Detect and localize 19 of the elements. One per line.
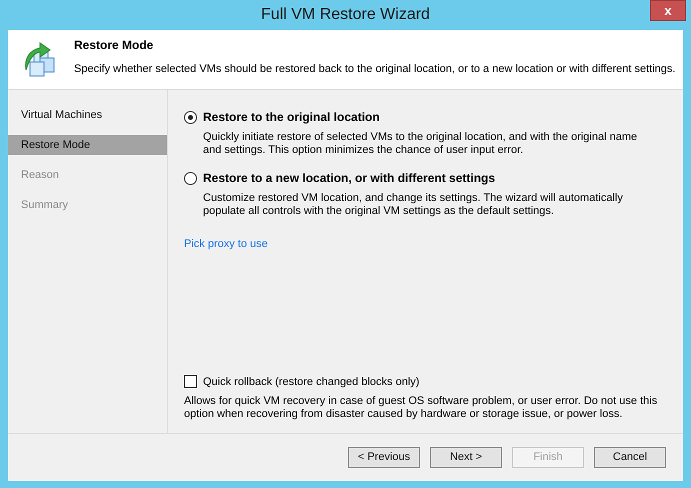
radio-button[interactable] [184, 172, 197, 184]
close-button[interactable]: x [650, 0, 686, 21]
page-title: Restore Mode [74, 37, 154, 54]
radio-button[interactable] [184, 110, 197, 124]
quick-rollback-checkbox[interactable] [184, 375, 197, 388]
quick-rollback-label: Quick rollback (restore changed blocks only) [203, 374, 420, 390]
option-description: Customize restored VM location, and change its settings. The wizard will automatically populate all controls with the original VM settings as the default settings. [203, 192, 624, 218]
wizard-button[interactable]: Next > [430, 447, 502, 468]
wizard-button[interactable]: < Previous [348, 447, 420, 468]
pick-proxy-link[interactable]: Pick proxy to use [184, 236, 268, 252]
quick-rollback-description: Allows for quick VM recovery in case of guest OS software problem, or user error. Do not use this option when recovering from disaster caused by hardware or storage issue, or power loss. [184, 395, 658, 421]
option-label: Restore to the original location [203, 109, 380, 126]
wizard-step[interactable]: Virtual Machines [8, 105, 167, 125]
option-description: Quickly initiate restore of selected VMs to the original location, and with the original name and settings. This option minimizes the chance of user input error. [203, 131, 638, 157]
wizard-button[interactable]: Cancel [594, 447, 666, 468]
option-label: Restore to a new location, or with different settings [203, 170, 496, 187]
window-title: Full VM Restore Wizard [261, 5, 430, 25]
page-description: Specify whether selected VMs should be restored back to the original location, or to a new location or with different settings. [74, 62, 676, 77]
wizard-step[interactable]: Restore Mode [8, 135, 167, 155]
